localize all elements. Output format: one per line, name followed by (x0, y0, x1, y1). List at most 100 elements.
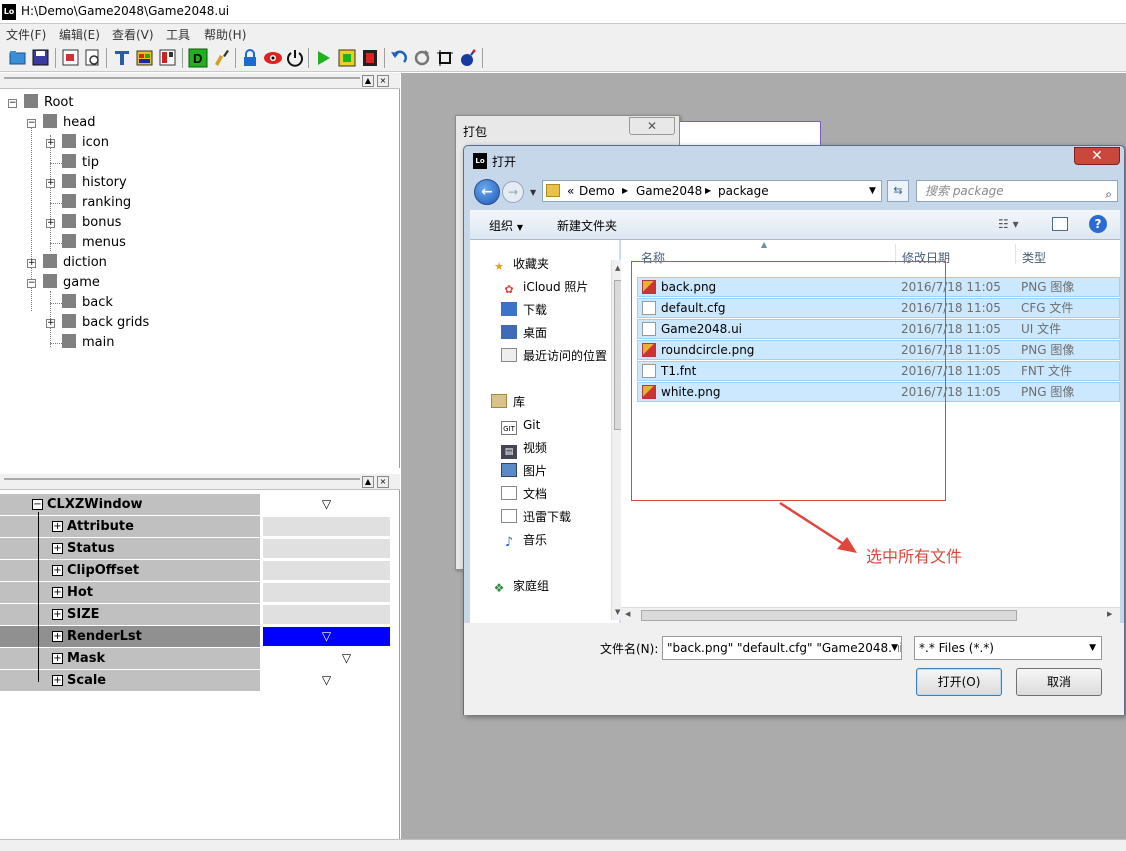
expand-icon[interactable]: + (52, 675, 63, 686)
tree-node-menus[interactable]: menus (62, 234, 126, 252)
tree-collapse-head[interactable]: − (27, 119, 36, 128)
column-header-type[interactable]: 类型 (1022, 249, 1046, 266)
preview-pane-icon[interactable] (1052, 217, 1068, 231)
power-icon[interactable] (285, 48, 305, 68)
panel-close-icon[interactable]: × (377, 75, 389, 87)
property-row-mask[interactable]: + Mask ▽ (0, 648, 392, 670)
tree-node-head[interactable]: head (43, 114, 95, 132)
tree-node-back-grids[interactable]: back grids (62, 314, 149, 332)
tree-expand-bonus[interactable]: + (46, 219, 55, 228)
nav-icloud[interactable]: ✿ iCloud 照片 (501, 277, 588, 297)
menu-tools[interactable]: 工具 (166, 26, 190, 43)
collapse-icon[interactable]: − (32, 499, 43, 510)
nav-desktop[interactable]: 桌面 (501, 323, 547, 343)
organize-button[interactable]: 组织 ▼ (489, 217, 523, 234)
breadcrumb-chevron-icon[interactable]: ▶ (622, 181, 628, 201)
nav-xunlei[interactable]: 迅雷下载 (501, 507, 571, 527)
forward-arrow-icon[interactable]: → (502, 181, 524, 203)
tree-expand-back-grids[interactable]: + (46, 319, 55, 328)
expand-icon[interactable]: + (52, 587, 63, 598)
save-icon[interactable] (31, 48, 51, 68)
menu-file[interactable]: 文件(F) (6, 26, 46, 43)
nav-music[interactable]: ♪ 音乐 (501, 530, 547, 550)
filename-input[interactable]: "back.png" "default.cfg" "Game2048.ui" ▼ (662, 636, 902, 660)
expand-icon[interactable]: + (52, 521, 63, 532)
tree-expand-icon-node[interactable]: + (46, 139, 55, 148)
cancel-button[interactable]: 取消 (1016, 668, 1102, 696)
nav-libraries[interactable]: 库 (491, 392, 525, 412)
grid-icon[interactable] (135, 48, 155, 68)
expand-icon[interactable]: + (52, 653, 63, 664)
property-row-size[interactable]: + SIZE (0, 604, 392, 626)
expand-icon[interactable]: + (52, 543, 63, 554)
stop-icon[interactable] (337, 48, 357, 68)
menu-view[interactable]: 查看(V) (112, 26, 154, 43)
tree-node-diction[interactable]: diction (43, 254, 107, 272)
expand-icon[interactable]: + (52, 631, 63, 642)
property-value[interactable] (263, 561, 390, 580)
help-icon[interactable]: ? (1089, 215, 1107, 233)
nav-recent[interactable]: 最近访问的位置 (501, 346, 607, 366)
property-row-window[interactable]: − CLXZWindow ▽ (0, 494, 392, 516)
property-dropdown[interactable]: ▽ (263, 671, 390, 690)
scroll-right-icon[interactable]: ▶ (1107, 610, 1112, 618)
play-icon[interactable] (313, 48, 333, 68)
tree-expand-history[interactable]: + (46, 179, 55, 188)
refresh-icon[interactable]: ⇆ (887, 180, 909, 202)
scrollbar-thumb[interactable] (641, 610, 1017, 621)
eye-icon[interactable] (263, 48, 283, 68)
menu-edit[interactable]: 编辑(E) (59, 26, 100, 43)
expand-icon[interactable]: + (52, 565, 63, 576)
bomb-icon[interactable] (458, 48, 478, 68)
property-row-status[interactable]: + Status (0, 538, 392, 560)
file-list-scrollbar[interactable]: ◀ ▶ (621, 607, 1120, 623)
property-row-attribute[interactable]: + Attribute (0, 516, 392, 538)
crop-icon[interactable] (435, 48, 455, 68)
nav-homegroup[interactable]: ❖ 家庭组 (491, 576, 549, 596)
property-value[interactable] (263, 583, 390, 602)
panel-grip[interactable] (4, 77, 360, 79)
tree-node-game[interactable]: game (43, 274, 100, 292)
file-type-select[interactable]: *.* Files (*.*) ▼ (914, 636, 1102, 660)
filter-dropdown-icon[interactable]: ▼ (1089, 637, 1096, 659)
scroll-up-icon[interactable]: ▲ (615, 264, 620, 272)
nav-documents[interactable]: 文档 (501, 484, 547, 504)
breadcrumb-overflow[interactable]: « (567, 181, 574, 201)
menu-help[interactable]: 帮助(H) (204, 26, 246, 43)
tree-collapse-root[interactable]: − (8, 99, 17, 108)
open-button[interactable]: 打开(O) (916, 668, 1002, 696)
breadcrumb-chevron-icon[interactable]: ▶ (705, 181, 711, 201)
panel-close-icon[interactable]: × (377, 476, 389, 488)
tree-node-history[interactable]: history (62, 174, 127, 192)
property-value[interactable] (263, 517, 390, 536)
tree-expand-diction[interactable]: + (27, 259, 36, 268)
breadcrumb-demo[interactable]: Demo (579, 181, 615, 201)
address-bar[interactable]: « Demo ▶ Game2048 ▶ package ▼ (542, 180, 882, 202)
dialog-close-icon[interactable]: ✕ (1074, 147, 1120, 165)
tree-node-bonus[interactable]: bonus (62, 214, 121, 232)
nav-downloads[interactable]: 下载 (501, 300, 547, 320)
tree-node-root[interactable]: Root (24, 94, 73, 112)
address-dropdown-icon[interactable]: ▼ (869, 181, 876, 201)
open-icon[interactable] (8, 48, 28, 68)
tree-node-ranking[interactable]: ranking (62, 194, 131, 212)
text-icon[interactable] (112, 48, 132, 68)
expand-icon[interactable]: + (52, 609, 63, 620)
undo-icon[interactable] (389, 48, 409, 68)
property-value[interactable] (263, 539, 390, 558)
back-arrow-icon[interactable]: ← (474, 179, 500, 205)
property-row-clipoffset[interactable]: + ClipOffset (0, 560, 392, 582)
breadcrumb-package[interactable]: package (718, 181, 769, 201)
nav-pictures[interactable]: 图片 (501, 461, 547, 481)
tree-node-icon[interactable]: icon (62, 134, 109, 152)
pack-close-icon[interactable]: ✕ (629, 117, 675, 135)
tree-node-main[interactable]: main (62, 334, 114, 352)
image-icon[interactable] (61, 48, 81, 68)
history-dropdown-icon[interactable]: ▼ (530, 188, 536, 197)
property-row-scale[interactable]: + Scale ▽ (0, 670, 392, 692)
panel-scroll-up-icon[interactable]: ▲ (362, 75, 374, 87)
nav-videos[interactable]: ▤ 视频 (501, 438, 547, 459)
lock-icon[interactable] (240, 48, 260, 68)
search-input[interactable]: 搜索 package ⌕ (916, 180, 1118, 202)
nav-git[interactable]: GIT Git (501, 415, 540, 435)
